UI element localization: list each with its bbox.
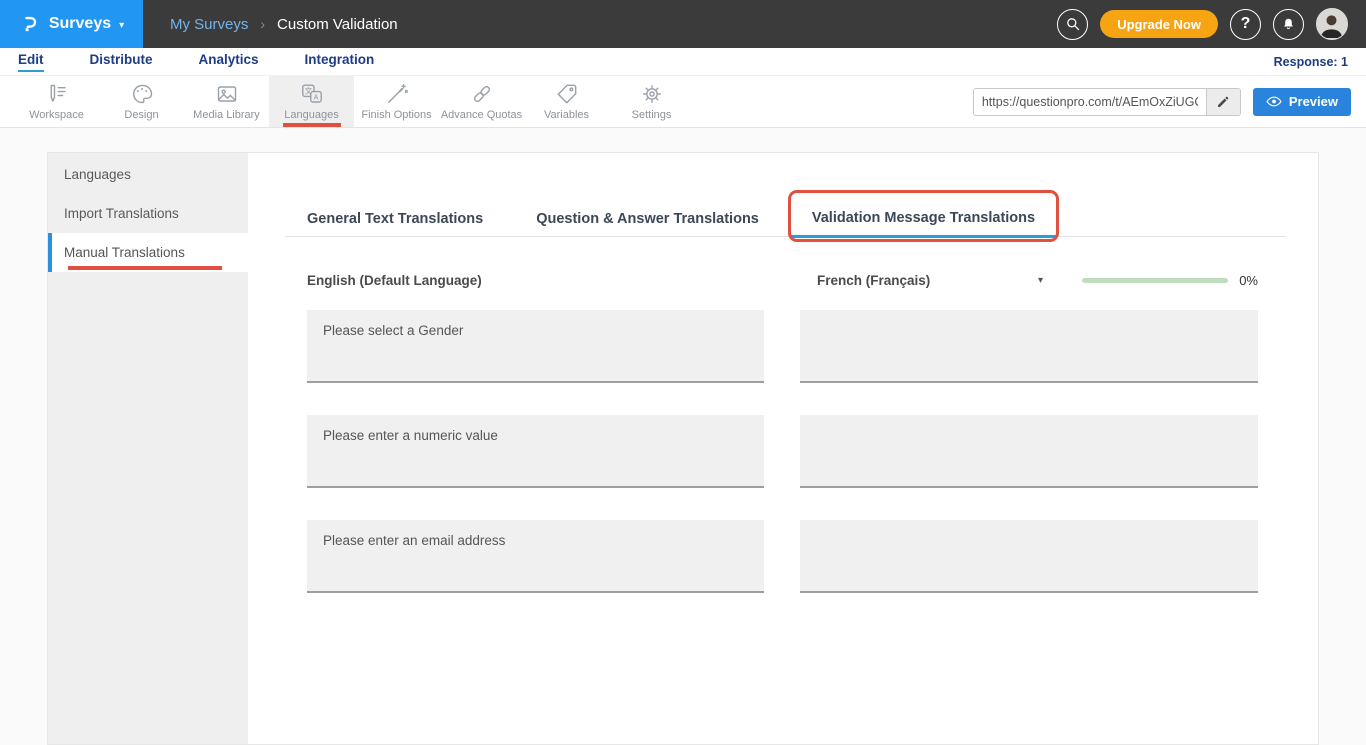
target-language-label: French (Français): [817, 273, 930, 288]
tag-icon: [555, 82, 579, 106]
image-icon: [215, 82, 239, 106]
help-button[interactable]: ?: [1230, 9, 1261, 40]
target-language-cell: French (Français) ▾ 0%: [800, 273, 1258, 288]
tab-label: Validation Message Translations: [812, 210, 1035, 226]
translation-tabs: General Text Translations Question & Ans…: [285, 201, 1286, 237]
search-icon: [1065, 16, 1081, 32]
breadcrumb-separator: ›: [260, 16, 265, 32]
question-mark-icon: ?: [1241, 15, 1251, 33]
search-button[interactable]: [1057, 9, 1088, 40]
sidebar-item-languages[interactable]: Languages: [48, 155, 248, 194]
languages-panel: Languages Import Translations Manual Tra…: [47, 152, 1319, 745]
questionpro-logo-icon: [19, 12, 41, 36]
edit-toolbar: Workspace Design Media Library 文A Langua…: [0, 76, 1366, 128]
preview-button-label: Preview: [1289, 94, 1338, 109]
translation-row: Please enter an email address: [307, 520, 1257, 593]
target-text-field[interactable]: [800, 310, 1258, 383]
response-count: Response: 1: [1274, 55, 1348, 69]
source-text-field[interactable]: Please select a Gender: [307, 310, 764, 383]
edit-url-button[interactable]: [1206, 89, 1240, 115]
tab-question-answer-translations[interactable]: Question & Answer Translations: [514, 201, 781, 236]
toolbar-item-workspace[interactable]: Workspace: [14, 76, 99, 127]
toolbar-items: Workspace Design Media Library 文A Langua…: [0, 76, 694, 127]
translations-main: General Text Translations Question & Ans…: [248, 153, 1318, 744]
annotation-red-underline-manual-translations: [68, 266, 222, 270]
magic-wand-icon: [385, 82, 409, 106]
user-avatar[interactable]: [1316, 8, 1348, 40]
sidebar-item-label: Languages: [64, 167, 131, 182]
surveys-menu-label: Surveys: [49, 15, 111, 33]
source-text-field[interactable]: Please enter a numeric value: [307, 415, 764, 488]
toolbar-item-design[interactable]: Design: [99, 76, 184, 127]
translate-icon: 文A: [300, 82, 324, 106]
toolbar-item-variables[interactable]: Variables: [524, 76, 609, 127]
page-content: Languages Import Translations Manual Tra…: [0, 128, 1366, 745]
topbar-actions: Upgrade Now ?: [1057, 0, 1366, 48]
chevron-down-icon: ▾: [1038, 275, 1043, 286]
toolbar-item-finish-options[interactable]: Finish Options: [354, 76, 439, 127]
sidebar-item-manual-translations[interactable]: Manual Translations: [48, 233, 248, 272]
translation-progress-percent: 0%: [1239, 273, 1258, 288]
sidebar-item-import-translations[interactable]: Import Translations: [48, 194, 248, 233]
tab-analytics[interactable]: Analytics: [199, 52, 259, 72]
top-bar: Surveys ▾ My Surveys › Custom Validation…: [0, 0, 1366, 48]
language-header-row: English (Default Language) French (Franç…: [307, 273, 1257, 288]
palette-icon: [130, 82, 154, 106]
tab-validation-message-translations[interactable]: Validation Message Translations: [790, 201, 1057, 238]
eye-icon: [1266, 95, 1282, 108]
tab-distribute[interactable]: Distribute: [90, 52, 153, 72]
chain-link-icon: [470, 82, 494, 106]
workspace-icon: [45, 82, 69, 106]
tab-edit[interactable]: Edit: [18, 52, 44, 72]
gear-icon: [640, 82, 664, 106]
breadcrumb: My Surveys › Custom Validation: [143, 0, 398, 48]
toolbar-item-advance-quotas[interactable]: Advance Quotas: [439, 76, 524, 127]
target-text-field[interactable]: [800, 415, 1258, 488]
survey-section-nav: Edit Distribute Analytics Integration Re…: [0, 48, 1366, 76]
pencil-icon: [1216, 95, 1230, 109]
app-switcher-surveys-menu[interactable]: Surveys ▾: [0, 0, 143, 48]
sidebar-item-label: Import Translations: [64, 206, 179, 221]
toolbar-item-media-library[interactable]: Media Library: [184, 76, 269, 127]
bell-icon: [1281, 16, 1296, 32]
target-text-field[interactable]: [800, 520, 1258, 593]
source-text-field[interactable]: Please enter an email address: [307, 520, 764, 593]
sidebar-item-label: Manual Translations: [64, 245, 185, 260]
toolbar-item-settings[interactable]: Settings: [609, 76, 694, 127]
translation-row: Please select a Gender: [307, 310, 1257, 383]
breadcrumb-current-survey: Custom Validation: [277, 16, 398, 33]
upgrade-now-button[interactable]: Upgrade Now: [1100, 10, 1218, 38]
annotation-red-underline-languages: [283, 123, 341, 127]
chevron-down-icon: ▾: [119, 20, 124, 31]
survey-url-group: [973, 88, 1241, 116]
survey-url-input[interactable]: [974, 89, 1206, 115]
svg-text:A: A: [313, 94, 318, 101]
notifications-button[interactable]: [1273, 9, 1304, 40]
tab-general-text-translations[interactable]: General Text Translations: [285, 201, 505, 236]
breadcrumb-my-surveys-link[interactable]: My Surveys: [170, 16, 248, 33]
translation-progress-bar: [1082, 278, 1228, 283]
toolbar-item-languages[interactable]: 文A Languages: [269, 76, 354, 127]
tab-integration[interactable]: Integration: [305, 52, 375, 72]
source-language-label: English (Default Language): [307, 273, 764, 288]
toolbar-right-actions: Preview: [973, 76, 1366, 127]
languages-sidebar: Languages Import Translations Manual Tra…: [48, 153, 248, 744]
target-language-dropdown[interactable]: French (Français) ▾: [800, 273, 1043, 288]
translation-row: Please enter a numeric value: [307, 415, 1257, 488]
preview-button[interactable]: Preview: [1253, 88, 1351, 116]
